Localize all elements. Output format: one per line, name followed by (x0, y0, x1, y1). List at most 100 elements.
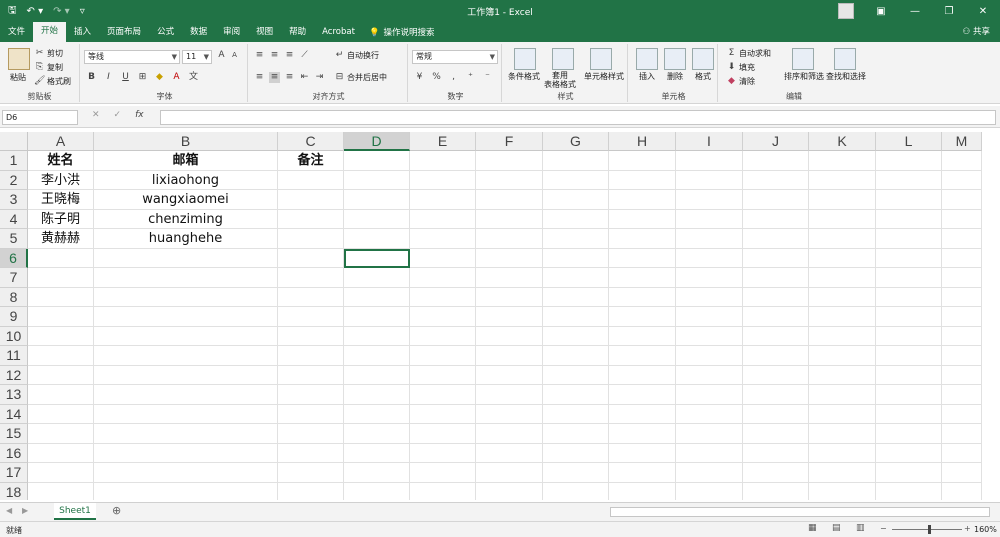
cell-c16[interactable] (278, 443, 344, 463)
delete-cells-button[interactable]: 删除 (667, 71, 683, 82)
cell-e2[interactable] (410, 170, 476, 190)
cell-g14[interactable] (543, 404, 609, 424)
cell-d12[interactable] (344, 365, 410, 385)
cell-a6[interactable] (28, 248, 94, 268)
format-painter-button[interactable]: 🖌 格式刷 (34, 76, 71, 87)
cell-j9[interactable] (743, 307, 809, 327)
column-header-i[interactable]: I (676, 132, 743, 151)
cell-d3[interactable] (344, 190, 410, 210)
cell-b7[interactable] (94, 268, 278, 288)
restore-icon[interactable]: ❐ (932, 6, 966, 17)
cell-h9[interactable] (609, 307, 676, 327)
format-as-table-button[interactable]: 套用 表格格式 (544, 71, 576, 89)
clear-button[interactable]: ◆ 清除 (726, 76, 755, 87)
cell-h4[interactable] (609, 209, 676, 229)
cell-h15[interactable] (609, 424, 676, 444)
cell-i2[interactable] (676, 170, 743, 190)
cell-f4[interactable] (476, 209, 543, 229)
cell-e5[interactable] (410, 229, 476, 249)
cell-c11[interactable] (278, 346, 344, 366)
cell-j12[interactable] (743, 365, 809, 385)
cell-h11[interactable] (609, 346, 676, 366)
cell-i9[interactable] (676, 307, 743, 327)
cell-k18[interactable] (809, 482, 876, 500)
select-all-corner[interactable] (0, 132, 28, 151)
cell-k10[interactable] (809, 326, 876, 346)
horizontal-scrollbar[interactable] (610, 507, 990, 517)
tab-help[interactable]: 帮助 (281, 24, 314, 42)
cell-g15[interactable] (543, 424, 609, 444)
cell-j15[interactable] (743, 424, 809, 444)
wrap-text-button[interactable]: ↵ 自动换行 (334, 50, 379, 61)
column-header-f[interactable]: F (476, 132, 543, 151)
cell-e18[interactable] (410, 482, 476, 500)
row-header-17[interactable]: 17 (0, 463, 28, 483)
cell-a3[interactable]: 王晓梅 (28, 190, 94, 210)
cell-g11[interactable] (543, 346, 609, 366)
zoom-in-icon[interactable]: + (964, 524, 971, 533)
borders-icon[interactable]: ⊞ (137, 72, 148, 83)
cell-b9[interactable] (94, 307, 278, 327)
cell-g16[interactable] (543, 443, 609, 463)
cell-l17[interactable] (876, 463, 942, 483)
cell-f8[interactable] (476, 287, 543, 307)
tab-data[interactable]: 数据 (182, 24, 215, 42)
cell-a15[interactable] (28, 424, 94, 444)
cell-j6[interactable] (743, 248, 809, 268)
cell-k9[interactable] (809, 307, 876, 327)
cell-d16[interactable] (344, 443, 410, 463)
cell-m12[interactable] (942, 365, 982, 385)
cell-l12[interactable] (876, 365, 942, 385)
column-header-l[interactable]: L (876, 132, 942, 151)
cell-e13[interactable] (410, 385, 476, 405)
currency-icon[interactable]: ¥ (414, 72, 425, 83)
cell-e7[interactable] (410, 268, 476, 288)
cell-m16[interactable] (942, 443, 982, 463)
cell-l13[interactable] (876, 385, 942, 405)
cell-l6[interactable] (876, 248, 942, 268)
cell-l11[interactable] (876, 346, 942, 366)
close-icon[interactable]: ✕ (966, 6, 1000, 17)
cell-c7[interactable] (278, 268, 344, 288)
zoom-slider-thumb[interactable] (928, 525, 931, 534)
find-select-button[interactable]: 查找和选择 (826, 71, 866, 82)
column-header-g[interactable]: G (543, 132, 609, 151)
cell-j1[interactable] (743, 151, 809, 171)
row-header-5[interactable]: 5 (0, 229, 28, 249)
font-name-select[interactable]: 等线 ▼ (84, 50, 180, 64)
cell-g13[interactable] (543, 385, 609, 405)
cell-a1[interactable]: 姓名 (28, 151, 94, 171)
name-box[interactable]: D6 (2, 110, 78, 125)
worksheet-grid[interactable]: A B C D E F G H I J K L M 1 姓名 邮箱 备注 2 李小洪 lixiaohong 3 王晓梅 wa… (0, 132, 1000, 500)
cell-d8[interactable] (344, 287, 410, 307)
cell-g8[interactable] (543, 287, 609, 307)
fill-color-icon[interactable]: ◆ (154, 72, 165, 83)
cell-l16[interactable] (876, 443, 942, 463)
cell-b4[interactable]: chenziming (94, 209, 278, 229)
cell-b16[interactable] (94, 443, 278, 463)
cell-h8[interactable] (609, 287, 676, 307)
cell-l7[interactable] (876, 268, 942, 288)
tab-review[interactable]: 审阅 (215, 24, 248, 42)
cell-g7[interactable] (543, 268, 609, 288)
cell-k7[interactable] (809, 268, 876, 288)
cell-c5[interactable] (278, 229, 344, 249)
paste-button[interactable]: 粘贴 (10, 72, 26, 83)
cell-i17[interactable] (676, 463, 743, 483)
cell-b6[interactable] (94, 248, 278, 268)
cell-a9[interactable] (28, 307, 94, 327)
cell-i12[interactable] (676, 365, 743, 385)
column-header-d[interactable]: D (344, 132, 410, 151)
italic-icon[interactable]: I (103, 72, 114, 83)
cell-h6[interactable] (609, 248, 676, 268)
cell-e6[interactable] (410, 248, 476, 268)
row-header-16[interactable]: 16 (0, 443, 28, 463)
cell-m15[interactable] (942, 424, 982, 444)
cell-b14[interactable] (94, 404, 278, 424)
cell-i7[interactable] (676, 268, 743, 288)
cell-b17[interactable] (94, 463, 278, 483)
cell-g3[interactable] (543, 190, 609, 210)
align-middle-icon[interactable]: ≡ (269, 50, 280, 61)
cell-m7[interactable] (942, 268, 982, 288)
cell-c3[interactable] (278, 190, 344, 210)
